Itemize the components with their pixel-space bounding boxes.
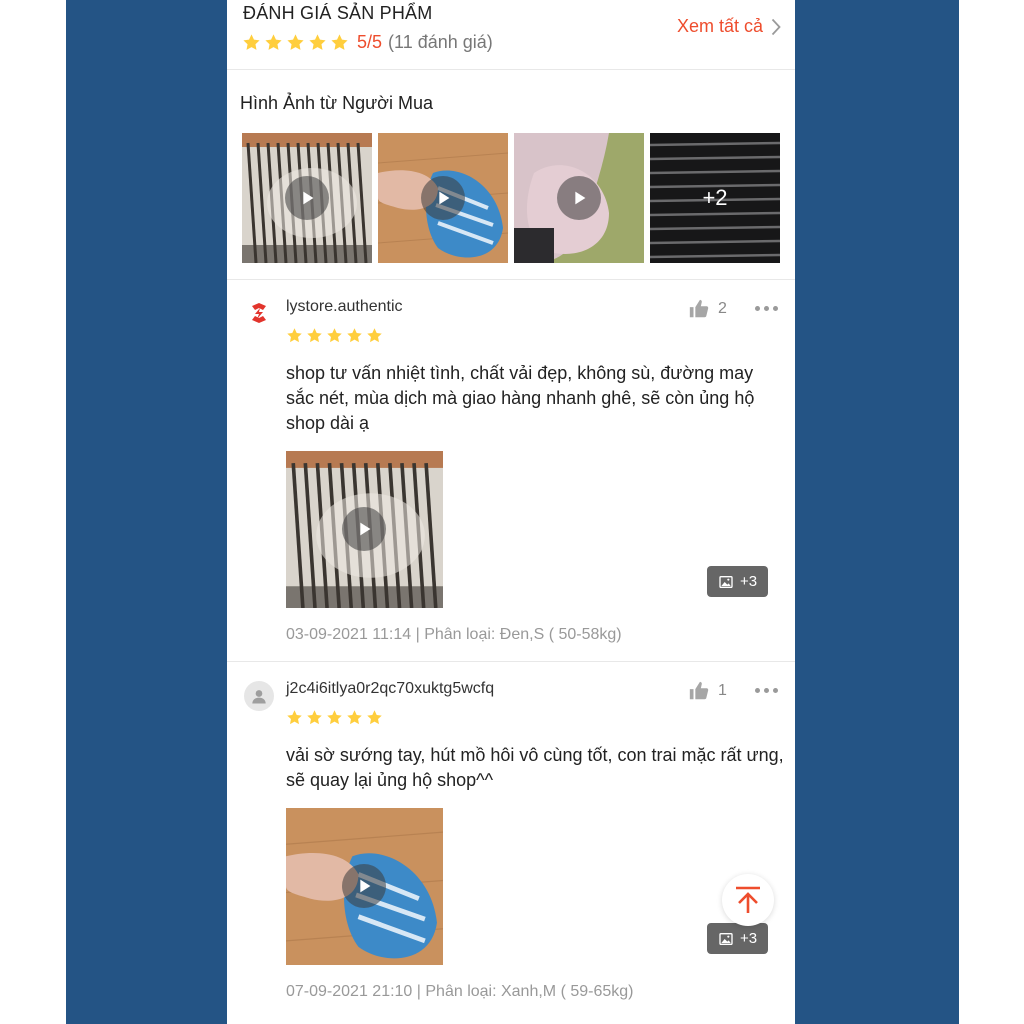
buyer-gallery: +2 — [242, 133, 780, 263]
left-backdrop — [66, 0, 227, 1024]
overall-rating: 5/5 (11 đánh giá) — [242, 32, 493, 53]
user-avatar-icon — [252, 690, 266, 704]
like-button[interactable]: 1 — [688, 680, 727, 702]
more-dots-icon — [755, 306, 760, 311]
star-icon — [366, 327, 383, 344]
section-title: ĐÁNH GIÁ SẢN PHẨM — [243, 3, 433, 23]
store-avatar — [244, 298, 274, 328]
screenshot-frame: ĐÁNH GIÁ SẢN PHẨM 5/5 (11 đánh giá) Xem … — [0, 0, 1024, 1024]
reviewer-name[interactable]: j2c4i6itlya0r2qc70xuktg5wcfq — [286, 680, 494, 698]
star-icon — [330, 33, 349, 52]
thumbs-up-icon — [688, 298, 710, 320]
more-images-count: +2 — [650, 133, 780, 263]
play-icon — [568, 187, 590, 209]
reviews-panel: ĐÁNH GIÁ SẢN PHẨM 5/5 (11 đánh giá) Xem … — [227, 0, 795, 1024]
like-count: 2 — [718, 300, 727, 317]
star-icon — [286, 33, 305, 52]
review-stars — [286, 327, 386, 344]
star-icon — [308, 33, 327, 52]
more-options-button[interactable] — [755, 688, 778, 693]
star-icon — [346, 709, 363, 726]
star-icon — [326, 327, 343, 344]
image-icon — [718, 931, 734, 947]
gallery-title: Hình Ảnh từ Người Mua — [240, 93, 433, 113]
chevron-right-icon — [771, 18, 781, 35]
rating-count: (11 đánh giá) — [388, 32, 493, 52]
star-icon — [264, 33, 283, 52]
gallery-video-thumb[interactable] — [514, 133, 644, 263]
more-media-badge[interactable]: +3 — [707, 566, 768, 597]
review-item: lystore.authentic 2 shop tư vấn nhiệt tì… — [227, 280, 795, 661]
gallery-video-thumb[interactable] — [242, 133, 372, 263]
star-icon — [306, 709, 323, 726]
see-all-label: Xem tất cả — [676, 16, 763, 36]
more-dots-icon — [773, 306, 778, 311]
like-count: 1 — [718, 682, 727, 699]
more-options-button[interactable] — [755, 306, 778, 311]
rating-value: 5/5 — [357, 32, 383, 52]
review-video-thumb[interactable] — [286, 451, 443, 608]
review-video-thumb[interactable] — [286, 808, 443, 965]
star-icon — [326, 709, 343, 726]
image-icon — [718, 574, 734, 590]
user-avatar — [244, 681, 274, 711]
review-stars — [286, 709, 386, 726]
more-dots-icon — [764, 306, 769, 311]
star-icon — [286, 327, 303, 344]
play-button[interactable] — [557, 176, 601, 220]
play-icon — [432, 187, 454, 209]
review-text: shop tư vấn nhiệt tình, chất vải đẹp, kh… — [286, 363, 755, 433]
right-backdrop — [795, 0, 959, 1024]
review-meta: 07-09-2021 21:10 | Phân loại: Xanh,M ( 5… — [286, 983, 634, 1000]
like-button[interactable]: 2 — [688, 298, 727, 320]
star-icon — [242, 33, 261, 52]
play-button[interactable] — [421, 176, 465, 220]
reviews-header: ĐÁNH GIÁ SẢN PHẨM 5/5 (11 đánh giá) Xem … — [227, 0, 795, 70]
review-meta: 03-09-2021 11:14 | Phân loại: Đen,S ( 50… — [286, 626, 622, 643]
star-icon — [366, 709, 383, 726]
star-icon — [306, 327, 323, 344]
play-icon — [353, 518, 375, 540]
play-icon — [296, 187, 318, 209]
more-dots-icon — [755, 688, 760, 693]
play-button[interactable] — [285, 176, 329, 220]
review-text: vải sờ sướng tay, hút mồ hôi vô cùng tốt… — [286, 745, 784, 790]
more-dots-icon — [764, 688, 769, 693]
play-button[interactable] — [342, 507, 386, 551]
store-logo-icon — [252, 303, 266, 323]
more-media-badge[interactable]: +3 — [707, 923, 768, 954]
star-icon — [286, 709, 303, 726]
more-dots-icon — [773, 688, 778, 693]
gallery-video-thumb[interactable] — [378, 133, 508, 263]
review-item: j2c4i6itlya0r2qc70xuktg5wcfq 1 vải sờ sư… — [227, 662, 795, 1024]
reviewer-name[interactable]: lystore.authentic — [286, 298, 403, 316]
scroll-to-top-button[interactable] — [722, 874, 774, 926]
gallery-more-thumb[interactable]: +2 — [650, 133, 780, 263]
play-icon — [353, 875, 375, 897]
see-all-link[interactable]: Xem tất cả — [677, 16, 781, 37]
play-button[interactable] — [342, 864, 386, 908]
scroll-to-top-icon — [736, 886, 760, 913]
more-media-count: +3 — [739, 573, 758, 590]
star-icon — [346, 327, 363, 344]
thumbs-up-icon — [688, 680, 710, 702]
more-media-count: +3 — [739, 930, 758, 947]
